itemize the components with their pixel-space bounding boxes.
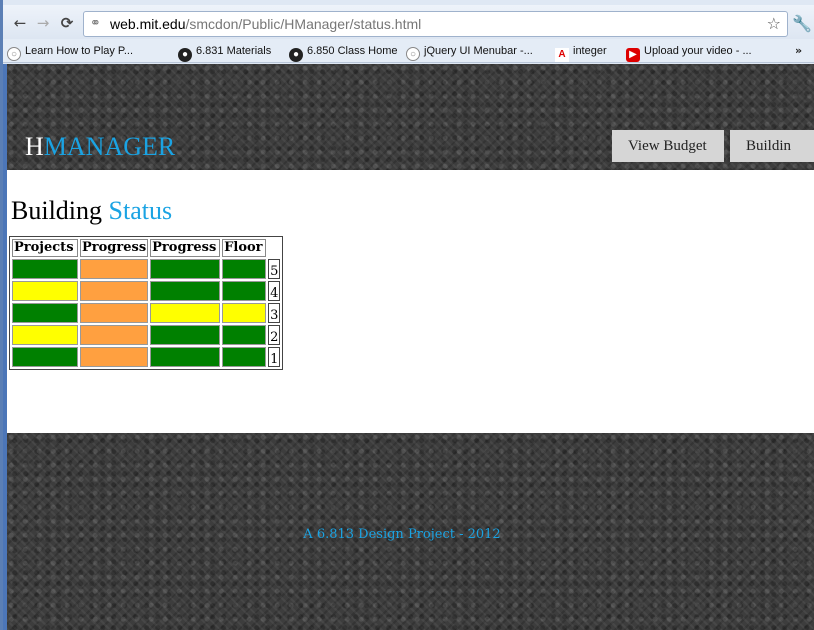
status-cell — [222, 303, 267, 323]
status-cell — [150, 259, 221, 279]
nav-building[interactable]: Buildin — [730, 130, 814, 162]
table-row: 4 — [12, 281, 281, 301]
page-title-accent: Status — [108, 196, 173, 225]
status-cell — [12, 325, 78, 345]
bookmark-item[interactable]: ○ jQuery UI Menubar -... — [406, 43, 533, 61]
table-row: 5 — [12, 259, 281, 279]
floor-number: 5 — [268, 259, 281, 279]
status-cell — [222, 259, 267, 279]
floor-number: 1 — [268, 347, 281, 367]
bookmark-item[interactable]: ● 6.850 Class Home — [289, 43, 398, 62]
site-header: HMANAGER View Budget Buildin — [7, 64, 814, 170]
wrench-menu-icon[interactable]: 🔧 — [792, 15, 812, 33]
bookmark-item[interactable]: Ainteger — [555, 43, 607, 62]
table-header-row: Projects Progress Progress Floor — [12, 239, 280, 257]
logo-rest: MANAGER — [43, 132, 176, 161]
bookmark-item[interactable]: ▶ Upload your video - ... — [626, 43, 752, 62]
page-info-icon[interactable]: ⚭ — [90, 16, 106, 32]
address-bar[interactable]: ⚭ web.mit.edu/smcdon/Public/HManager/sta… — [83, 11, 788, 37]
url-text[interactable]: web.mit.edu/smcdon/Public/HManager/statu… — [110, 16, 421, 33]
status-cell — [80, 325, 149, 345]
browser-window: ← → ⟳ ⚭ web.mit.edu/smcdon/Public/HManag… — [0, 0, 814, 630]
url-path: /smcdon/Public/HManager/status.html — [185, 16, 422, 32]
bookmarks-bar: ○ Learn How to Play P... ● 6.831 Materials… — [3, 39, 814, 63]
footer-credit: A 6.813 Design Project - 2012 — [303, 527, 501, 542]
status-cell — [80, 281, 149, 301]
bookmark-label: 6.831 Materials — [196, 45, 272, 57]
status-cell — [80, 259, 149, 279]
status-cell — [222, 347, 267, 367]
status-cell — [150, 303, 221, 323]
url-host: web.mit.edu — [110, 16, 186, 32]
forward-arrow-icon[interactable]: → — [34, 14, 52, 32]
table-row: 1 — [12, 347, 281, 367]
browser-toolbar: ← → ⟳ ⚭ web.mit.edu/smcdon/Public/HManag… — [3, 5, 814, 39]
page-title-main: Building — [11, 196, 103, 225]
column-header-progress: Progress — [80, 239, 149, 257]
back-arrow-icon[interactable]: ← — [11, 14, 29, 32]
status-cell — [12, 281, 78, 301]
site-icon: ● — [289, 48, 303, 62]
status-cell — [150, 347, 221, 367]
reload-icon[interactable]: ⟳ — [58, 14, 76, 32]
floor-number: 4 — [268, 281, 281, 301]
bookmark-item[interactable]: ● 6.831 Materials — [178, 43, 272, 62]
bookmark-label: Learn How to Play P... — [25, 45, 134, 57]
nav-view-budget[interactable]: View Budget — [612, 130, 724, 162]
bookmark-label: 6.850 Class Home — [307, 45, 398, 57]
column-header-projects: Projects — [12, 239, 78, 257]
adobe-icon: A — [555, 48, 569, 62]
status-cell — [222, 325, 267, 345]
bookmark-item[interactable]: ○ Learn How to Play P... — [7, 43, 134, 61]
status-cell — [12, 259, 78, 279]
table-row: 3 — [12, 303, 281, 323]
bookmark-label: integer — [573, 45, 607, 57]
building-status-table: Projects Progress Progress Floor 54321 — [9, 236, 284, 370]
youtube-icon: ▶ — [626, 48, 640, 62]
site-footer: A 6.813 Design Project - 2012 — [7, 433, 814, 630]
logo-first-letter: H — [25, 132, 44, 161]
bookmark-label: jQuery UI Menubar -... — [424, 45, 533, 57]
bookmark-label: Upload your video - ... — [644, 45, 752, 57]
status-cell — [12, 347, 78, 367]
table-row: 2 — [12, 325, 281, 345]
bookmarks-overflow-button[interactable]: » — [795, 43, 802, 59]
floor-number: 3 — [268, 303, 281, 323]
status-cell — [150, 325, 221, 345]
status-cell — [80, 347, 149, 367]
column-header-progress: Progress — [150, 239, 221, 257]
status-cell — [222, 281, 267, 301]
site-logo[interactable]: HMANAGER — [25, 132, 175, 162]
page-title: Building Status — [11, 196, 172, 226]
site-icon: ● — [178, 48, 192, 62]
column-header-floor: Floor — [222, 239, 267, 257]
status-cell — [150, 281, 221, 301]
bookmark-star-icon[interactable]: ☆ — [767, 15, 781, 33]
status-cell — [12, 303, 78, 323]
page-content: HMANAGER View Budget Buildin Building St… — [3, 64, 814, 630]
globe-icon: ○ — [7, 47, 21, 61]
status-cell — [80, 303, 149, 323]
globe-icon: ○ — [406, 47, 420, 61]
floor-number: 2 — [268, 325, 281, 345]
